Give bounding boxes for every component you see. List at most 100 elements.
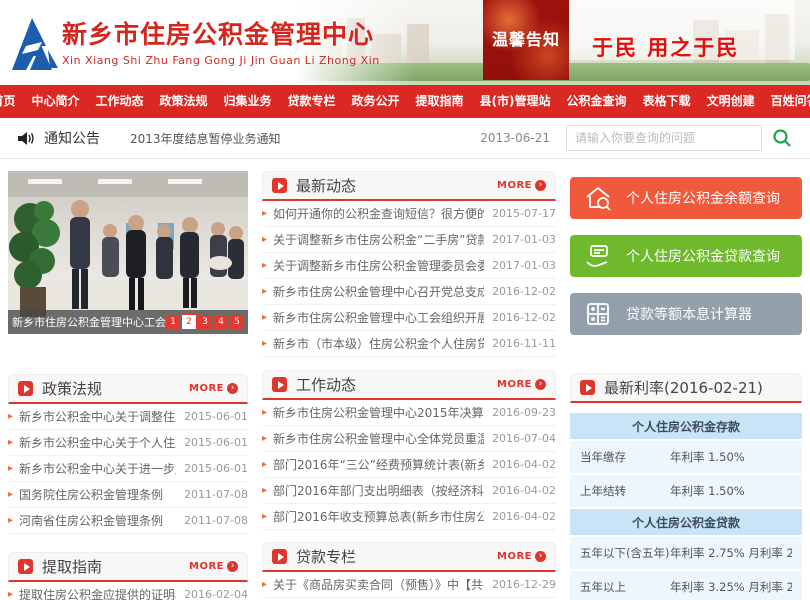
- nav-item-about[interactable]: 中心简介: [23, 85, 87, 118]
- section-policies: 政策法规 MORE› ▸新乡市公积金中心关于调整住房公积金2015-06-01 …: [8, 374, 248, 534]
- more-link[interactable]: MORE›: [189, 383, 238, 394]
- notice-headline-link[interactable]: 2013年度结息暂停业务通知: [130, 130, 281, 147]
- more-link[interactable]: MORE›: [189, 561, 238, 572]
- list-item[interactable]: ▸关于调整新乡市住房公积金“二手房”贷款相关政策2017-01-03: [262, 227, 556, 253]
- balance-query-button[interactable]: 个人住房公积金余额查询: [570, 177, 802, 219]
- section-marker-icon: [272, 549, 287, 564]
- section-work-news: 工作动态 MORE› ▸新乡市住房公积金管理中心2015年决算报表公开说2016…: [262, 370, 556, 530]
- more-arrow-icon: ›: [535, 379, 546, 390]
- section-policies-header: 政策法规 MORE›: [8, 374, 248, 404]
- main-nav: 首页 中心简介 工作动态 政策法规 归集业务 贷款专栏 政务公开 提取指南 县(…: [0, 85, 810, 118]
- pager-dot-4[interactable]: 4: [214, 315, 228, 329]
- section-marker-icon: [18, 559, 33, 574]
- list-item[interactable]: ▸新乡市公积金中心关于调整住房公积金2015-06-01: [8, 404, 248, 430]
- nav-item-collection[interactable]: 归集业务: [215, 85, 279, 118]
- section-title: 提取指南: [42, 556, 102, 577]
- nav-item-qa[interactable]: 百姓问答: [763, 85, 810, 118]
- left-column: 新乡市住房公积金管理中心工会 1 2 3 4 5 政策法规 MORE›: [8, 171, 248, 600]
- search-button[interactable]: [772, 128, 792, 148]
- list-item[interactable]: ▸国务院住房公积金管理条例2011-07-08: [8, 482, 248, 508]
- nav-item-withdraw-guide[interactable]: 提取指南: [408, 85, 472, 118]
- section-title: 政策法规: [42, 378, 102, 399]
- rate-row: 当年缴存 年利率 1.50%: [570, 441, 802, 473]
- bullet-icon: ▸: [262, 459, 267, 470]
- list-item[interactable]: ▸河南省住房公积金管理条例2011-07-08: [8, 508, 248, 534]
- bullet-icon: ▸: [262, 234, 267, 245]
- list-item[interactable]: ▸新乡市住房公积金管理中心全体党员重温入党誓词2016-07-04: [262, 426, 556, 452]
- nav-item-work-news[interactable]: 工作动态: [87, 85, 151, 118]
- nav-item-gov-info[interactable]: 政务公开: [344, 85, 408, 118]
- more-link[interactable]: MORE›: [497, 180, 546, 191]
- section-title: 最新动态: [296, 175, 356, 196]
- list-item[interactable]: ▸如何开通你的公积金查询短信？很方便的！2015-07-17: [262, 201, 556, 227]
- bullet-icon: ▸: [262, 433, 267, 444]
- pager-dot-5[interactable]: 5: [230, 315, 244, 329]
- list-item[interactable]: ▸新乡市住房公积金管理中心2015年决算报表公开说2016-09-23: [262, 400, 556, 426]
- bullet-icon: ▸: [8, 411, 13, 422]
- section-loan-header: 贷款专栏 MORE›: [262, 542, 556, 572]
- nav-item-county-stations[interactable]: 县(市)管理站: [472, 85, 559, 118]
- pager-dot-2[interactable]: 2: [182, 315, 196, 329]
- house-search-icon: [583, 183, 613, 213]
- section-marker-icon: [580, 380, 595, 395]
- list-item[interactable]: ▸部门2016年部门支出明细表（按经济科目）(新乡市2016-04-02: [262, 478, 556, 504]
- rates-table: 个人住房公积金存款 当年缴存 年利率 1.50% 上年结转 年利率 1.50% …: [570, 413, 802, 600]
- section-withdraw-header: 提取指南 MORE›: [8, 552, 248, 582]
- pager-dot-1[interactable]: 1: [166, 315, 180, 329]
- section-latest-news: 最新动态 MORE› ▸如何开通你的公积金查询短信？很方便的！2015-07-1…: [262, 171, 556, 357]
- warm-notice-badge[interactable]: 温馨告知: [483, 0, 569, 80]
- more-arrow-icon: ›: [227, 561, 238, 572]
- rate-row: 五年以上 年利率 3.25% 月利率 2.7083‰: [570, 571, 802, 600]
- section-title: 贷款专栏: [296, 546, 356, 567]
- nav-item-home[interactable]: 首页: [0, 85, 23, 118]
- nav-item-policies[interactable]: 政策法规: [151, 85, 215, 118]
- slideshow-caption-bar: 新乡市住房公积金管理中心工会 1 2 3 4 5: [8, 310, 248, 334]
- list-item[interactable]: ▸部门2016年“三公”经费预算统计表(新乡市住房公2016-04-02: [262, 452, 556, 478]
- list-item[interactable]: ▸新乡市住房公积金管理中心工会组织开展第二届职工2016-12-02: [262, 305, 556, 331]
- list-item[interactable]: ▸新乡市公积金中心关于进一步放宽贷款2015-06-01: [8, 456, 248, 482]
- notice-bar: 通知公告 2013年度结息暂停业务通知 2013-06-21: [0, 118, 810, 159]
- more-arrow-icon: ›: [535, 551, 546, 562]
- section-title: 工作动态: [296, 374, 356, 395]
- list-item[interactable]: ▸提取住房公积金应提供的证明材料2016-02-04: [8, 582, 248, 600]
- bullet-icon: ▸: [262, 579, 267, 590]
- section-rates-header: 最新利率(2016-02-21): [570, 373, 802, 403]
- more-arrow-icon: ›: [227, 383, 238, 394]
- list-item[interactable]: ▸部门2016年收支预算总表(新乡市住房公积金管理中2016-04-02: [262, 504, 556, 530]
- list-item[interactable]: ▸关于调整新乡市住房公积金管理委员会委员的通知2017-01-03: [262, 253, 556, 279]
- nav-item-loans[interactable]: 贷款专栏: [280, 85, 344, 118]
- loan-query-button[interactable]: 个人住房公积金贷款查询: [570, 235, 802, 277]
- slideshow-caption: 新乡市住房公积金管理中心工会: [12, 314, 166, 330]
- bullet-icon: ▸: [262, 511, 267, 522]
- calculator-icon: [583, 299, 613, 329]
- site-title-pinyin: Xin Xiang Shi Zhu Fang Gong Ji Jin Guan …: [62, 54, 380, 67]
- rate-group-loan: 个人住房公积金贷款: [570, 509, 802, 535]
- search-input[interactable]: [566, 125, 762, 151]
- list-item[interactable]: ▸新乡市（市本级）住房公积金个人住房贷款开发企业2016-11-11: [262, 331, 556, 357]
- more-link[interactable]: MORE›: [497, 379, 546, 390]
- search-icon: [772, 128, 792, 148]
- rate-group-deposit: 个人住房公积金存款: [570, 413, 802, 439]
- more-link[interactable]: MORE›: [497, 551, 546, 562]
- nav-item-civilization[interactable]: 文明创建: [699, 85, 763, 118]
- loan-calculator-button[interactable]: 贷款等额本息计算器: [570, 293, 802, 335]
- hand-money-icon: [583, 241, 613, 271]
- banner-slogan: 于民 用之于民: [592, 32, 739, 62]
- speaker-icon: [18, 131, 35, 146]
- list-item[interactable]: ▸关于《商品房买卖合同（预售）》中【共有份数】2016-12-29: [262, 572, 556, 598]
- list-item[interactable]: ▸新乡市公积金中心关于个人住房贷款政2015-06-01: [8, 430, 248, 456]
- pager-dot-3[interactable]: 3: [198, 315, 212, 329]
- section-marker-icon: [18, 381, 33, 396]
- bullet-icon: ▸: [8, 515, 13, 526]
- nav-item-fund-query[interactable]: 公积金查询: [559, 85, 635, 118]
- page: 新乡市住房公积金管理中心 Xin Xiang Shi Zhu Fang Gong…: [0, 0, 810, 600]
- middle-column: 最新动态 MORE› ▸如何开通你的公积金查询短信？很方便的！2015-07-1…: [262, 171, 556, 600]
- nav-item-form-download[interactable]: 表格下载: [635, 85, 699, 118]
- list-item[interactable]: ▸新乡市住房公积金管理中心召开党总支成立大会2016-12-02: [262, 279, 556, 305]
- more-arrow-icon: ›: [535, 180, 546, 191]
- bullet-icon: ▸: [262, 338, 267, 349]
- bullet-icon: ▸: [262, 407, 267, 418]
- rate-row: 五年以下(含五年) 年利率 2.75% 月利率 2.2917‰: [570, 537, 802, 569]
- bullet-icon: ▸: [262, 286, 267, 297]
- slideshow[interactable]: 新乡市住房公积金管理中心工会 1 2 3 4 5: [8, 171, 248, 334]
